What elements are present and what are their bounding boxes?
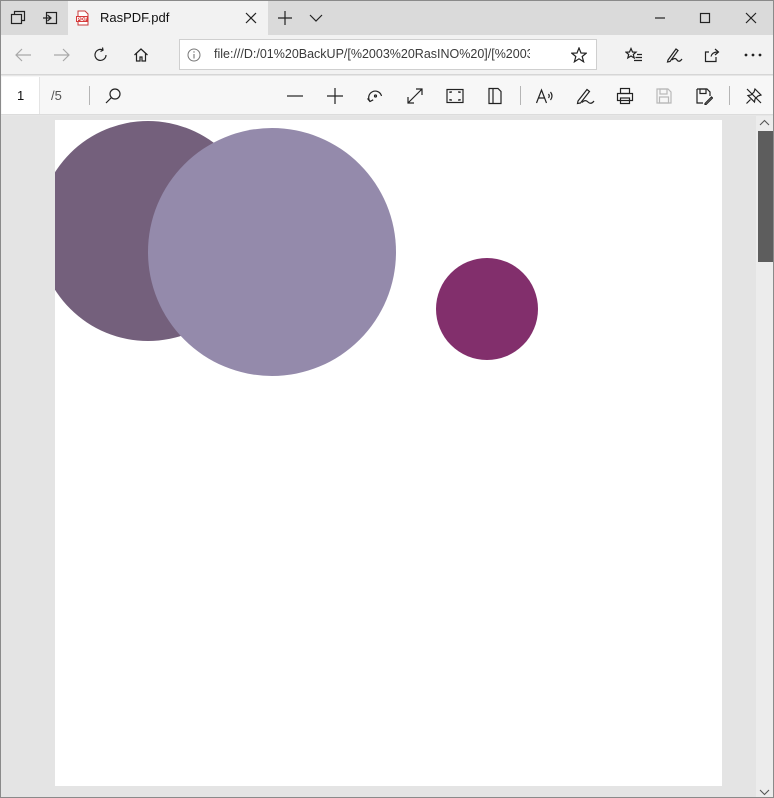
light-lavender-circle	[148, 128, 396, 376]
scroll-down-arrow-icon[interactable]	[759, 787, 770, 797]
page-total-label: /5	[51, 88, 62, 103]
minus-icon	[286, 87, 304, 105]
pdf-viewer[interactable]	[1, 116, 773, 797]
draw-button[interactable]	[565, 76, 605, 115]
expand-diagonal-icon	[406, 87, 424, 105]
toolbar-divider	[89, 86, 90, 105]
draw-pen-icon	[575, 87, 595, 105]
maximize-icon	[699, 12, 711, 24]
new-tab-button[interactable]	[268, 1, 302, 35]
save-as-icon	[695, 87, 713, 105]
tab-bar: PDF RasPDF.pdf	[1, 1, 773, 35]
more-dots-icon	[744, 53, 762, 57]
close-icon	[745, 12, 757, 24]
zoom-in-button[interactable]	[315, 76, 355, 115]
refresh-button[interactable]	[81, 35, 121, 75]
fit-to-page-button[interactable]	[395, 76, 435, 115]
save-as-button[interactable]	[684, 76, 724, 115]
share-button[interactable]	[693, 35, 733, 75]
navigation-bar: file:///D:/01%20BackUP/[%2003%20RasINO%2…	[1, 35, 773, 75]
small-plum-circle	[436, 258, 538, 360]
plus-icon	[326, 87, 344, 105]
back-button[interactable]	[3, 35, 43, 75]
unpin-icon	[745, 87, 763, 105]
pen-icon	[665, 47, 683, 63]
set-tabs-aside-button[interactable]	[33, 1, 67, 35]
home-button[interactable]	[121, 35, 161, 75]
minimize-icon	[654, 12, 666, 24]
favorites-button[interactable]	[614, 35, 654, 75]
tab-title: RasPDF.pdf	[100, 10, 170, 25]
search-icon	[104, 87, 122, 105]
pdf-file-icon: PDF	[75, 10, 91, 26]
full-screen-button[interactable]	[435, 76, 475, 115]
page-layout-icon	[486, 87, 504, 105]
minimize-button[interactable]	[637, 1, 683, 35]
pdf-toolbar: 1 /5	[1, 76, 773, 115]
search-button[interactable]	[93, 76, 133, 115]
vertical-scrollbar[interactable]	[756, 116, 773, 797]
scrollbar-thumb[interactable]	[758, 131, 773, 262]
toolbar-divider	[520, 86, 521, 105]
save-button[interactable]	[644, 76, 684, 115]
rotate-button[interactable]	[355, 76, 395, 115]
zoom-out-button[interactable]	[275, 76, 315, 115]
read-aloud-icon	[535, 87, 555, 105]
read-aloud-button[interactable]	[525, 76, 565, 115]
page-number-input[interactable]: 1	[2, 77, 40, 114]
pin-toolbar-button[interactable]	[734, 76, 773, 115]
page-canvas	[55, 121, 538, 376]
arrow-left-icon	[14, 47, 32, 63]
tab-sets-icon	[10, 10, 26, 26]
home-icon	[133, 47, 149, 63]
plus-icon	[277, 10, 293, 26]
close-icon	[245, 12, 257, 24]
tab-sets-button[interactable]	[1, 1, 35, 35]
favorites-icon	[625, 47, 643, 63]
settings-more-button[interactable]	[733, 35, 773, 75]
url-text[interactable]: file:///D:/01%20BackUP/[%2003%20RasINO%2…	[214, 40, 530, 69]
forward-button[interactable]	[42, 35, 82, 75]
star-icon	[571, 47, 587, 63]
chevron-down-icon	[309, 11, 323, 25]
window-close-button[interactable]	[728, 1, 773, 35]
tabs-aside-icon	[42, 10, 58, 26]
print-button[interactable]	[605, 76, 645, 115]
fullscreen-icon	[446, 88, 464, 104]
save-disk-icon	[655, 87, 673, 105]
scroll-up-arrow-icon[interactable]	[759, 118, 770, 128]
favorite-star-button[interactable]	[568, 44, 590, 66]
printer-icon	[616, 87, 634, 105]
arrow-right-icon	[53, 47, 71, 63]
browser-window: PDF RasPDF.pdf file:///D:/01%20BackUP/[%…	[0, 0, 774, 798]
svg-text:PDF: PDF	[77, 17, 88, 23]
tab-close-button[interactable]	[242, 9, 260, 27]
tab-preview-button[interactable]	[299, 1, 333, 35]
rotate-icon	[366, 87, 384, 105]
tab-raspdf[interactable]: PDF RasPDF.pdf	[68, 1, 268, 35]
maximize-button[interactable]	[682, 1, 728, 35]
page-view-button[interactable]	[475, 76, 515, 115]
address-bar[interactable]: file:///D:/01%20BackUP/[%2003%20RasINO%2…	[179, 39, 597, 70]
add-notes-button[interactable]	[654, 35, 694, 75]
info-icon[interactable]	[186, 47, 202, 63]
share-icon	[704, 47, 722, 63]
refresh-icon	[93, 47, 109, 63]
pdf-page	[55, 120, 722, 786]
toolbar-divider	[729, 86, 730, 105]
